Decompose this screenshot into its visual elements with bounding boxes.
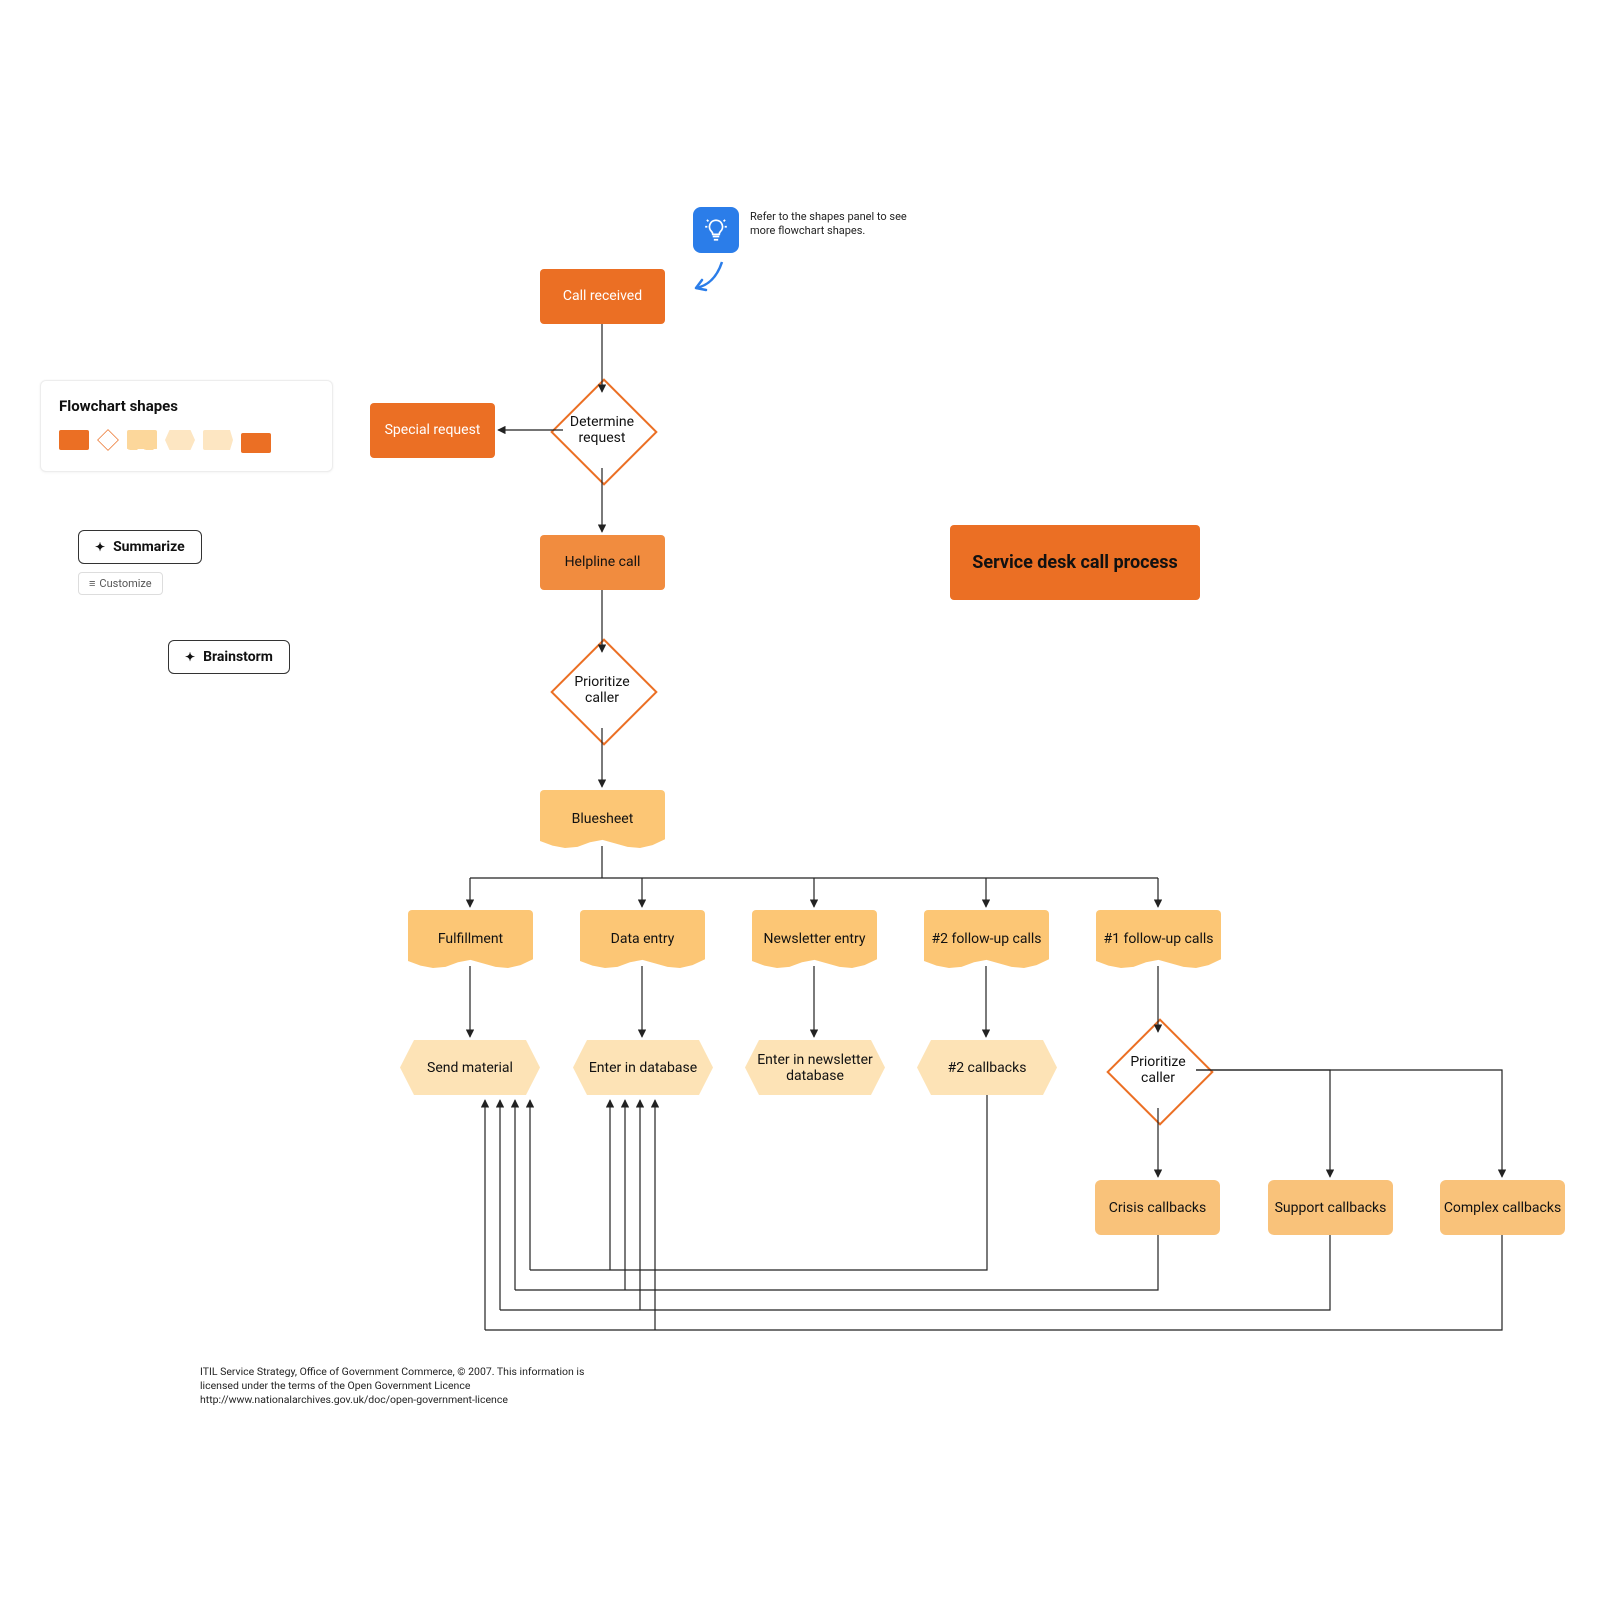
customize-label: Customize [99,577,151,590]
sparkle-icon [185,649,195,665]
node-fulfillment[interactable]: Fulfillment [408,910,533,968]
shape-swatches [59,427,314,453]
node-call-received[interactable]: Call received [540,269,665,324]
node-send-material[interactable]: Send material [400,1040,540,1095]
node-bluesheet[interactable]: Bluesheet [540,790,665,848]
node-crisis-callbacks[interactable]: Crisis callbacks [1095,1180,1220,1235]
sliders-icon [89,577,93,590]
tip-text: Refer to the shapes panel to see more fl… [750,210,920,239]
lightbulb-icon [703,217,729,243]
swatch-process[interactable] [59,430,89,450]
swatch-preparation[interactable] [165,430,195,450]
node-prioritize-caller[interactable]: Prioritize caller [552,640,652,740]
swatch-data[interactable] [203,430,233,450]
diagram-canvas[interactable]: Flowchart shapes Summarize Customize Bra… [0,0,1600,1600]
node-followup-1[interactable]: #1 follow-up calls [1096,910,1221,968]
summarize-button[interactable]: Summarize [78,530,202,564]
node-support-callbacks[interactable]: Support callbacks [1268,1180,1393,1235]
node-determine-request[interactable]: Determine request [552,380,652,480]
summarize-label: Summarize [113,539,185,555]
customize-button[interactable]: Customize [78,572,163,595]
node-complex-callbacks[interactable]: Complex callbacks [1440,1180,1565,1235]
node-followup-2[interactable]: #2 follow-up calls [924,910,1049,968]
node-enter-database[interactable]: Enter in database [573,1040,713,1095]
node-special-request[interactable]: Special request [370,403,495,458]
tip-lightbulb-icon [693,207,739,253]
swatch-decision[interactable] [97,429,119,451]
diagram-title[interactable]: Service desk call process [950,525,1200,600]
shapes-panel-title: Flowchart shapes [59,397,314,415]
node-newsletter-entry[interactable]: Newsletter entry [752,910,877,968]
swatch-process-alt[interactable] [241,433,271,453]
node-data-entry[interactable]: Data entry [580,910,705,968]
swatch-document[interactable] [127,430,157,450]
sparkle-icon [95,539,105,555]
brainstorm-button[interactable]: Brainstorm [168,640,290,674]
shapes-panel: Flowchart shapes [40,380,333,472]
node-prioritize-caller-2[interactable]: Prioritize caller [1108,1020,1208,1120]
node-enter-newsletter-db[interactable]: Enter in newsletter database [745,1040,885,1095]
brainstorm-label: Brainstorm [203,649,273,665]
tip-arrow-icon [688,258,728,298]
node-helpline-call[interactable]: Helpline call [540,535,665,590]
node-callbacks-2[interactable]: #2 callbacks [917,1040,1057,1095]
connectors [0,0,1600,1600]
footnote: ITIL Service Strategy, Office of Governm… [200,1365,590,1408]
